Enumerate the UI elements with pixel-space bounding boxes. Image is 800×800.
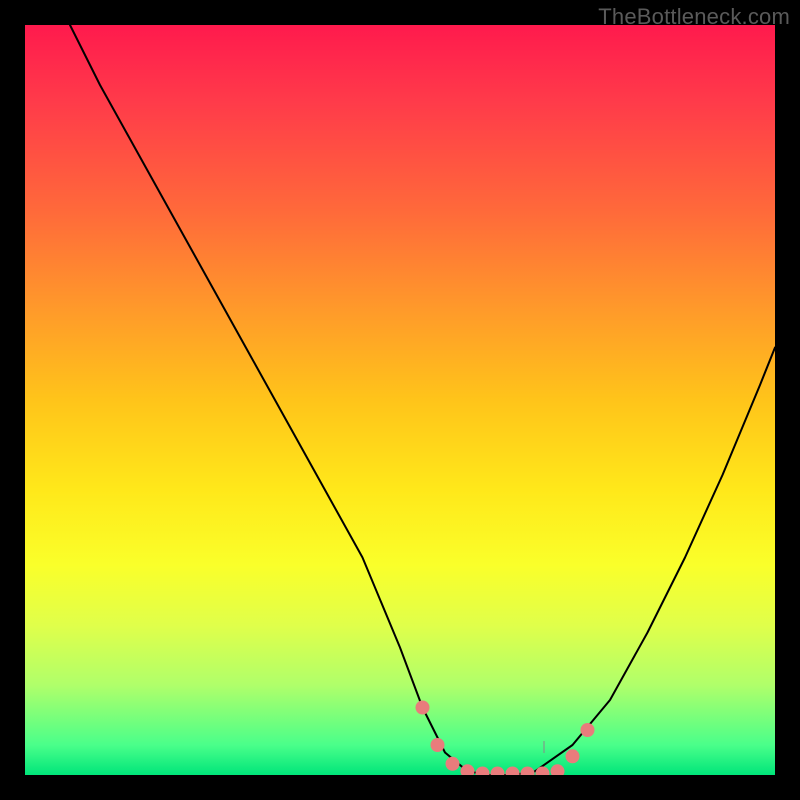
- marker-dot: [431, 738, 445, 752]
- chart-frame: TheBottleneck.com: [0, 0, 800, 800]
- marker-dot: [581, 723, 595, 737]
- marker-dot: [476, 767, 490, 776]
- plot-area: [25, 25, 775, 775]
- marker-dot: [416, 701, 430, 715]
- attribution-label: TheBottleneck.com: [598, 4, 790, 30]
- bottleneck-curve: [70, 25, 775, 775]
- chart-svg: [25, 25, 775, 775]
- marker-dot: [536, 767, 550, 776]
- highlight-markers: [416, 701, 595, 776]
- marker-dot: [506, 767, 520, 776]
- marker-dot: [446, 757, 460, 771]
- marker-dot: [521, 767, 535, 776]
- marker-dot: [566, 749, 580, 763]
- marker-dot: [551, 764, 565, 775]
- marker-dot: [491, 767, 505, 776]
